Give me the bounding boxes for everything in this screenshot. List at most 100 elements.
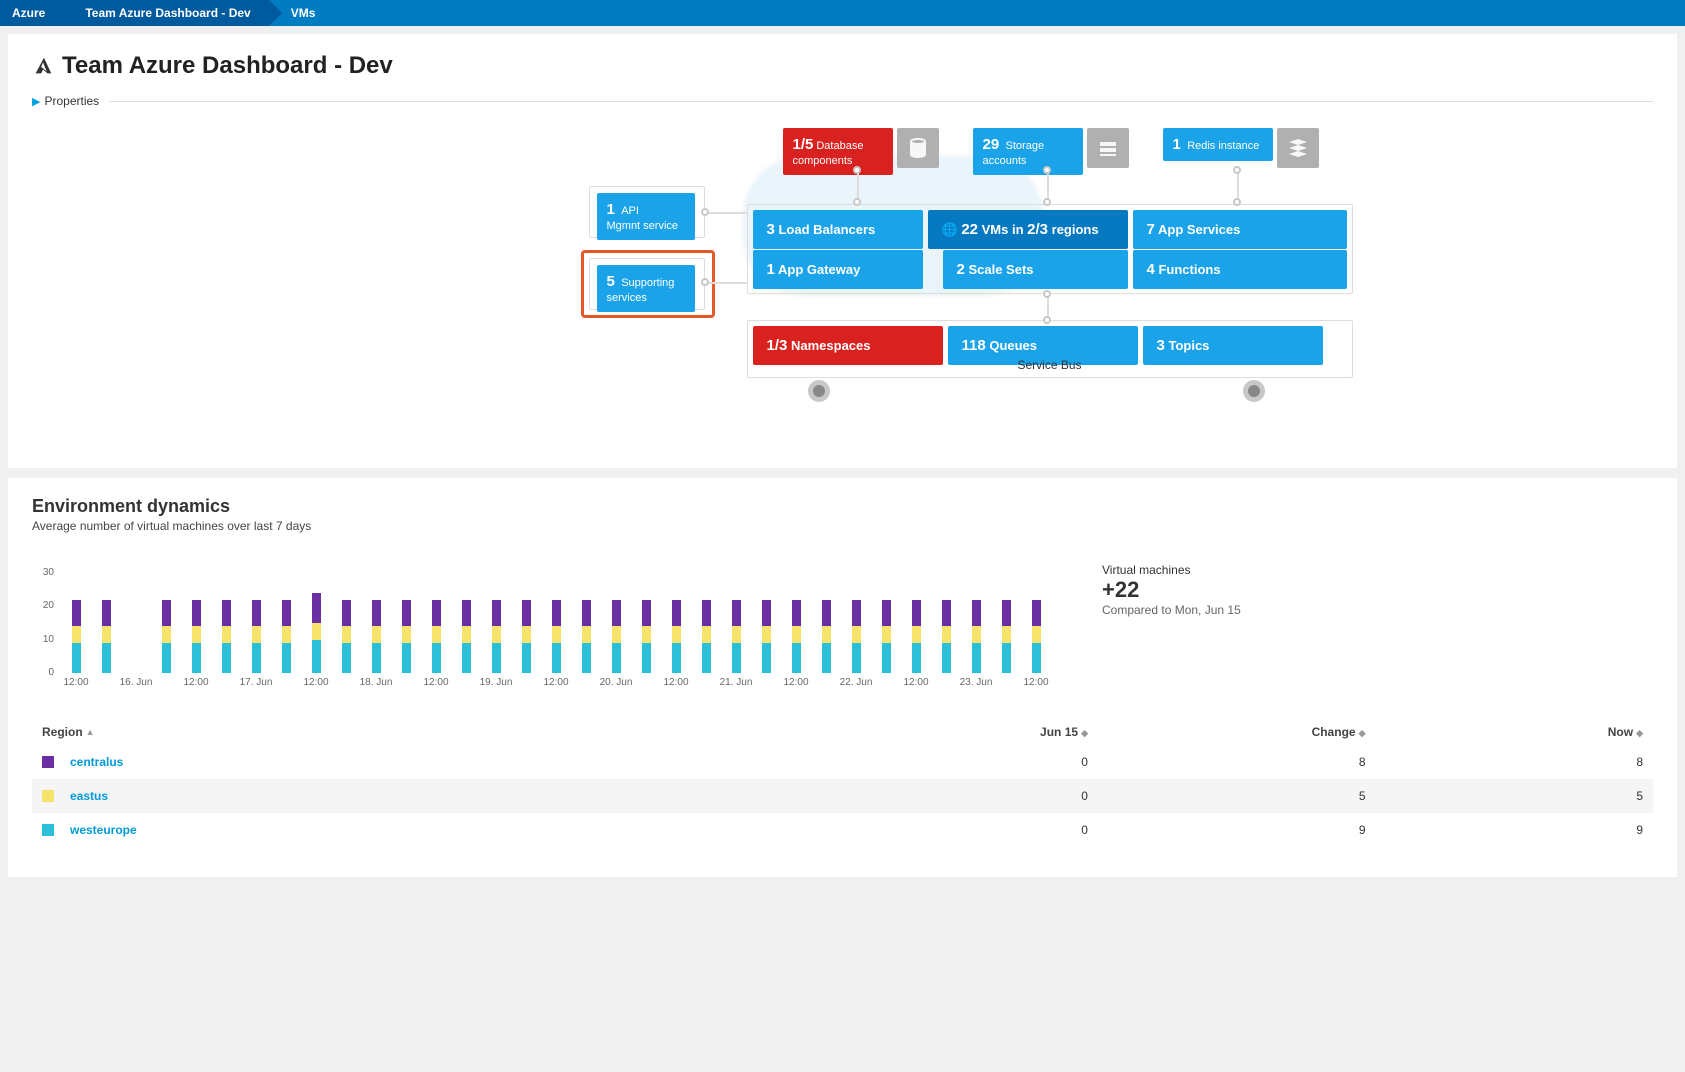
- bar-segment: [582, 643, 591, 673]
- bar-segment: [402, 643, 411, 673]
- bar-segment: [912, 626, 921, 643]
- x-tick-label: 12:00: [903, 677, 928, 688]
- th-now[interactable]: Now: [1608, 725, 1633, 739]
- properties-label: Properties: [44, 94, 99, 108]
- tile-database[interactable]: 1/5Database components: [783, 128, 893, 175]
- x-tick-label: 23. Jun: [960, 677, 993, 688]
- bar-segment: [702, 626, 711, 643]
- cell-now: 8: [1366, 755, 1644, 769]
- x-tick-label: 19. Jun: [480, 677, 513, 688]
- region-link[interactable]: centralus: [70, 755, 123, 769]
- connector-dot: [701, 278, 709, 286]
- th-change[interactable]: Change: [1312, 725, 1356, 739]
- bar-segment: [462, 626, 471, 643]
- vm-stacked-bar-chart: 010203012:0016. Jun12:0017. Jun12:0018. …: [32, 553, 1072, 693]
- bar-segment: [1002, 600, 1011, 627]
- region-link[interactable]: eastus: [70, 789, 108, 803]
- tile-scalesets[interactable]: 2 Scale Sets: [943, 250, 1128, 289]
- tile-functions[interactable]: 4 Functions: [1133, 250, 1347, 289]
- sort-icon: ◆: [1636, 728, 1643, 738]
- x-tick-label: 12:00: [423, 677, 448, 688]
- bar-segment: [72, 626, 81, 643]
- breadcrumb-azure[interactable]: Azure: [0, 0, 63, 26]
- bar-segment: [882, 643, 891, 673]
- cell-change: 9: [1088, 823, 1366, 837]
- bar-segment: [252, 643, 261, 673]
- wheel-icon: [808, 380, 830, 402]
- x-tick-label: 12:00: [783, 677, 808, 688]
- bar-segment: [942, 600, 951, 627]
- table-row: centralus088: [32, 745, 1653, 779]
- bar-segment: [792, 626, 801, 643]
- bar-segment: [852, 626, 861, 643]
- region-link[interactable]: westeurope: [70, 823, 137, 837]
- connector: [705, 282, 747, 284]
- bar-segment: [432, 643, 441, 673]
- tile-storage[interactable]: 29 Storage accounts: [973, 128, 1083, 175]
- bar-segment: [282, 626, 291, 643]
- page-title: Team Azure Dashboard - Dev: [62, 52, 393, 80]
- bar-segment: [342, 600, 351, 627]
- breadcrumb-dashboard[interactable]: Team Azure Dashboard - Dev: [63, 0, 268, 26]
- bar-segment: [792, 643, 801, 673]
- sort-icon: ◆: [1081, 728, 1088, 738]
- color-swatch: [42, 824, 54, 836]
- bar-segment: [492, 626, 501, 643]
- tile-lb[interactable]: 3 Load Balancers: [753, 210, 923, 249]
- bar-segment: [642, 626, 651, 643]
- bar-segment: [432, 600, 441, 627]
- table-row: westeurope099: [32, 813, 1653, 847]
- environment-panel: Environment dynamics Average number of v…: [8, 478, 1677, 877]
- bar-segment: [942, 643, 951, 673]
- bar-segment: [1002, 626, 1011, 643]
- bar-segment: [702, 643, 711, 673]
- connector-dot: [1043, 290, 1051, 298]
- bar-segment: [192, 600, 201, 627]
- x-tick-label: 12:00: [663, 677, 688, 688]
- x-tick-label: 12:00: [63, 677, 88, 688]
- cell-change: 8: [1088, 755, 1366, 769]
- properties-toggle[interactable]: ▶ Properties: [32, 94, 1653, 108]
- bar-segment: [402, 600, 411, 627]
- bar-segment: [972, 643, 981, 673]
- bar-segment: [372, 643, 381, 673]
- x-tick-label: 12:00: [303, 677, 328, 688]
- env-subtitle: Average number of virtual machines over …: [32, 519, 1653, 533]
- bar-segment: [462, 600, 471, 627]
- bar-segment: [312, 640, 321, 673]
- tile-vms[interactable]: 🌐 22 VMs in 2/3 regions: [928, 210, 1128, 249]
- breadcrumb: Azure Team Azure Dashboard - Dev VMs: [0, 0, 1685, 26]
- tile-appgw[interactable]: 1 App Gateway: [753, 250, 923, 289]
- bar-segment: [372, 600, 381, 627]
- bar-segment: [822, 600, 831, 627]
- tile-appservices[interactable]: 7 App Services: [1133, 210, 1347, 249]
- tile-supporting[interactable]: 5 Supportingservices: [597, 265, 695, 312]
- bar-segment: [222, 643, 231, 673]
- bar-segment: [102, 626, 111, 643]
- tile-api[interactable]: 1 APIMgmnt service: [597, 193, 695, 240]
- bar-segment: [342, 626, 351, 643]
- bar-segment: [642, 643, 651, 673]
- env-title: Environment dynamics: [32, 496, 1653, 517]
- th-region[interactable]: Region: [42, 725, 83, 739]
- bar-segment: [72, 643, 81, 673]
- th-jun15[interactable]: Jun 15: [1040, 725, 1078, 739]
- tile-redis[interactable]: 1 Redis instance: [1163, 128, 1273, 161]
- bar-segment: [762, 643, 771, 673]
- bar-segment: [672, 626, 681, 643]
- architecture-diagram: 1/5Database components 29 Storage accoun…: [313, 128, 1373, 428]
- cell-change: 5: [1088, 789, 1366, 803]
- bar-segment: [912, 643, 921, 673]
- sort-icon: ◆: [1359, 728, 1366, 738]
- connector-dot: [1043, 166, 1051, 174]
- bar-segment: [582, 600, 591, 627]
- connector-dot: [853, 166, 861, 174]
- bar-segment: [312, 593, 321, 623]
- connector-dot: [701, 208, 709, 216]
- cell-jun15: 0: [810, 789, 1088, 803]
- bar-segment: [282, 643, 291, 673]
- bar-segment: [1002, 643, 1011, 673]
- bar-segment: [462, 643, 471, 673]
- cell-jun15: 0: [810, 823, 1088, 837]
- bar-segment: [522, 600, 531, 627]
